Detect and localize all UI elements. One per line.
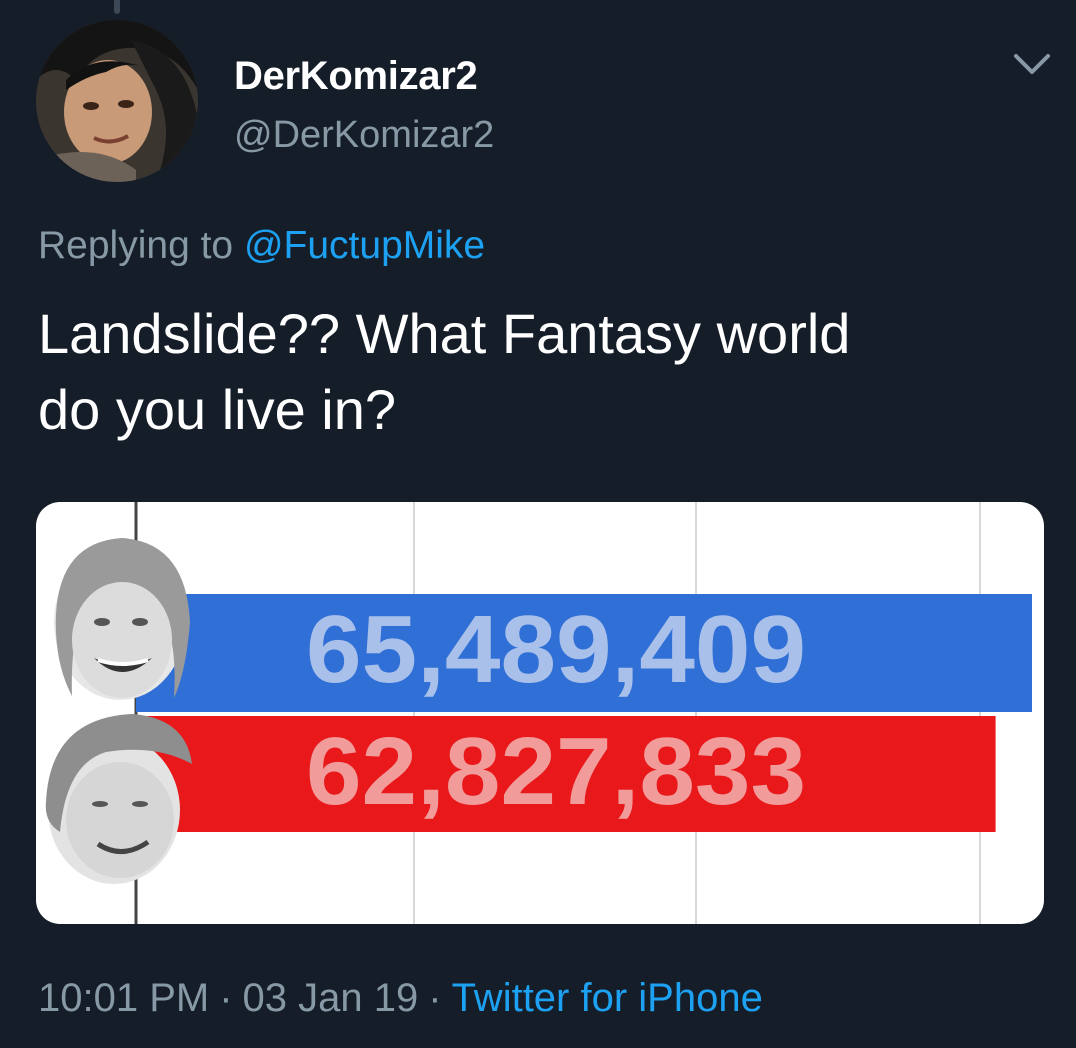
user-handle[interactable]: @DerKomizar2 (234, 112, 494, 158)
thread-connector-line (114, 0, 120, 14)
tweet-text: Landslide?? What Fantasy world do you li… (38, 302, 851, 441)
chevron-down-icon[interactable] (1010, 50, 1054, 80)
chart-data-label: 62,827,833 (306, 718, 806, 825)
replying-to-mention-link[interactable]: @FuctupMike (244, 224, 485, 267)
replying-prefix: Replying to (38, 224, 244, 267)
display-name[interactable]: DerKomizar2 (234, 52, 478, 100)
trump-face-image (45, 714, 193, 884)
chart-data-label: 65,489,409 (306, 596, 806, 703)
tweet-date: 03 Jan 19 (242, 976, 419, 1020)
avatar[interactable] (36, 20, 198, 182)
replying-to-line: Replying to @FuctupMike (38, 222, 485, 270)
tweet-media-image[interactable]: 65,489,409 62,827,833 (36, 502, 1044, 924)
tweet-meta: 10:01 PM · 03 Jan 19 · Twitter for iPhone (38, 972, 763, 1024)
meta-separator: · (428, 976, 442, 1020)
meta-separator: · (219, 976, 233, 1020)
vote-bar-chart: 65,489,409 62,827,833 (45, 502, 1032, 924)
avatar-photo (36, 20, 198, 182)
tweet-source-link[interactable]: Twitter for iPhone (452, 976, 763, 1020)
tweet-time: 10:01 PM (38, 976, 210, 1020)
